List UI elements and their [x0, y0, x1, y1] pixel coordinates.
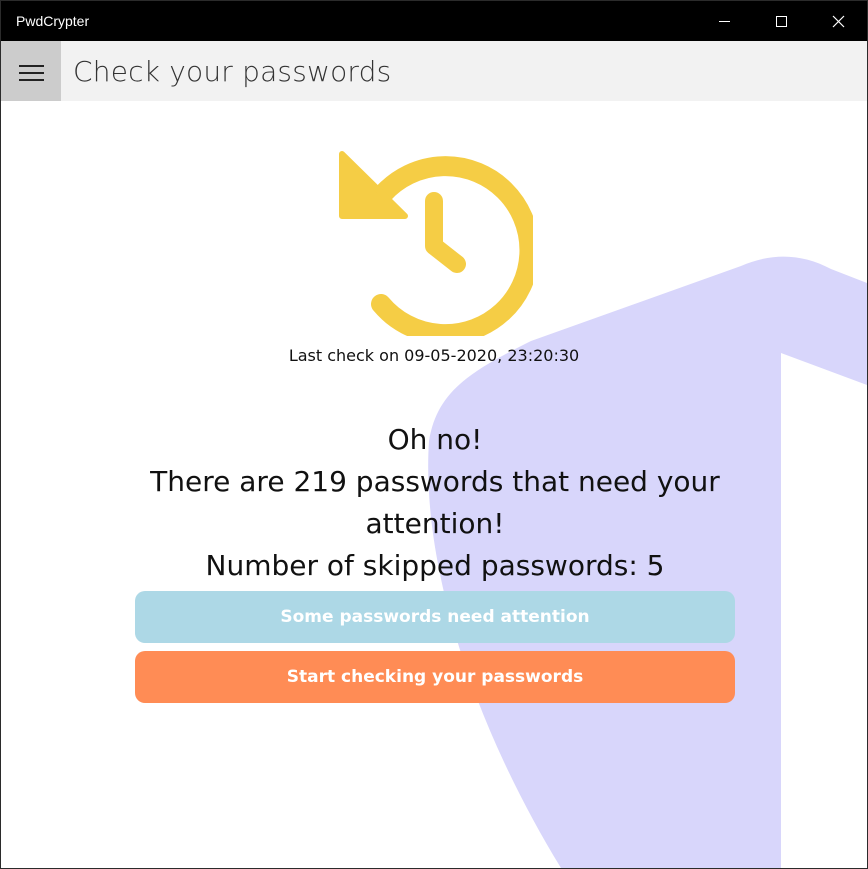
passwords-attention-button[interactable]: Some passwords need attention [135, 591, 735, 643]
app-window: PwdCrypter Check your passwords Last che… [0, 0, 868, 869]
hamburger-menu-icon [19, 65, 44, 81]
page-header: Check your passwords [1, 41, 867, 101]
attention-message: There are 219 passwords that need your a… [150, 465, 720, 540]
hamburger-menu-button[interactable] [1, 41, 61, 101]
close-icon [832, 15, 845, 28]
page-title: Check your passwords [73, 55, 392, 88]
minimize-icon [719, 21, 730, 22]
status-message: Oh no! There are 219 passwords that need… [135, 419, 735, 587]
start-checking-button[interactable]: Start checking your passwords [135, 651, 735, 703]
title-bar: PwdCrypter [1, 1, 867, 41]
maximize-button[interactable] [753, 1, 810, 41]
close-button[interactable] [810, 1, 867, 41]
last-check-text: Last check on 09-05-2020, 23:20:30 [288, 346, 580, 365]
skipped-count: Number of skipped passwords: 5 [205, 549, 665, 582]
history-clock-icon [339, 151, 533, 336]
minimize-button[interactable] [696, 1, 753, 41]
maximize-icon [776, 16, 787, 27]
app-title: PwdCrypter [16, 13, 90, 29]
status-headline: Oh no! [387, 423, 483, 456]
